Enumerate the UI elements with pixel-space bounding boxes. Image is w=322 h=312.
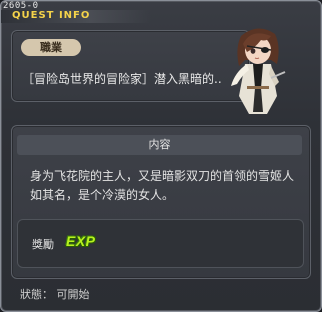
reward-label: 獎勵 bbox=[32, 238, 54, 251]
quest-description: 身为飞花院的主人，又是暗影双刀的首领的雪姬人如其名，是个冷漠的女人。 bbox=[30, 169, 295, 202]
window-title: QUEST INFO bbox=[12, 10, 91, 21]
content-header: 内容 bbox=[17, 135, 302, 155]
job-tag: 職業 bbox=[21, 39, 81, 56]
exp-icon: EXP bbox=[66, 233, 96, 249]
quest-status: 狀態： 可開始 bbox=[20, 288, 90, 301]
npc-portrait bbox=[231, 28, 286, 114]
job-description: ［冒险岛世界的冒险家］潜入黑暗的.. bbox=[22, 72, 222, 86]
reward-box bbox=[17, 219, 304, 268]
